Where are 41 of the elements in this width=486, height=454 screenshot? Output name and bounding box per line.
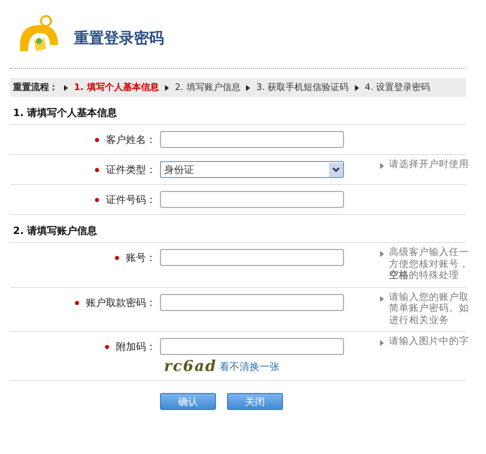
- hint-text: 进行相关业务: [389, 314, 450, 326]
- page-title: 重置登录密码: [74, 28, 164, 48]
- step-label: 3. 获取手机短信验证码: [256, 82, 349, 94]
- step-label: 1. 填写个人基本信息: [74, 81, 159, 94]
- arrow-icon: [354, 84, 359, 90]
- chevron-down-icon: [332, 166, 340, 172]
- input-field[interactable]: [160, 294, 344, 310]
- arrow-icon: [380, 251, 384, 257]
- captcha-image: rc6ad: [164, 358, 217, 375]
- arrow-icon: [164, 84, 169, 90]
- arrow-icon: [64, 84, 68, 90]
- field-label: 账号：: [126, 252, 156, 265]
- hint-text: 方便您核对账号，: [389, 258, 469, 270]
- field-label: 附加码：: [116, 340, 156, 354]
- refresh-link[interactable]: 看不清换一张: [220, 360, 280, 374]
- hint-text: 空格的特殊处理: [389, 270, 460, 282]
- step-label: 4. 设置登录密码: [364, 82, 430, 94]
- field-label: 客户姓名：: [106, 134, 156, 147]
- section-title: 2. 请填写账户信息: [10, 215, 466, 243]
- field-label: 证件类型：: [106, 164, 156, 177]
- input-field[interactable]: [160, 131, 344, 148]
- input-field[interactable]: [160, 191, 344, 208]
- section-title: 1. 请填写个人基本信息: [10, 97, 466, 125]
- hint-text: 简单账户密码。如: [389, 303, 469, 314]
- hint-text: 请输入您的账户取: [389, 292, 469, 303]
- id-type-dropdown[interactable]: 身份证: [160, 161, 344, 178]
- field-label: 账户取款密码：: [86, 296, 156, 310]
- arrow-icon: [380, 296, 384, 302]
- hint-text: 请选择开户时使用: [389, 159, 469, 170]
- arrow-icon: [380, 163, 384, 169]
- arrow-icon: [380, 340, 384, 346]
- arrow-icon: [246, 84, 250, 90]
- step-label: 2. 填写账户信息: [174, 82, 240, 94]
- field-label: 证件号码：: [106, 194, 156, 207]
- action-button[interactable]: 确认: [160, 393, 216, 410]
- action-button[interactable]: 关闭: [227, 393, 283, 410]
- steps-label: 重置流程：: [13, 81, 58, 94]
- hint-text: 请输入图片中的字: [389, 336, 469, 348]
- input-field[interactable]: [160, 249, 344, 266]
- input-field[interactable]: [160, 338, 344, 355]
- hint-text: 高级客户输入任一: [389, 247, 469, 258]
